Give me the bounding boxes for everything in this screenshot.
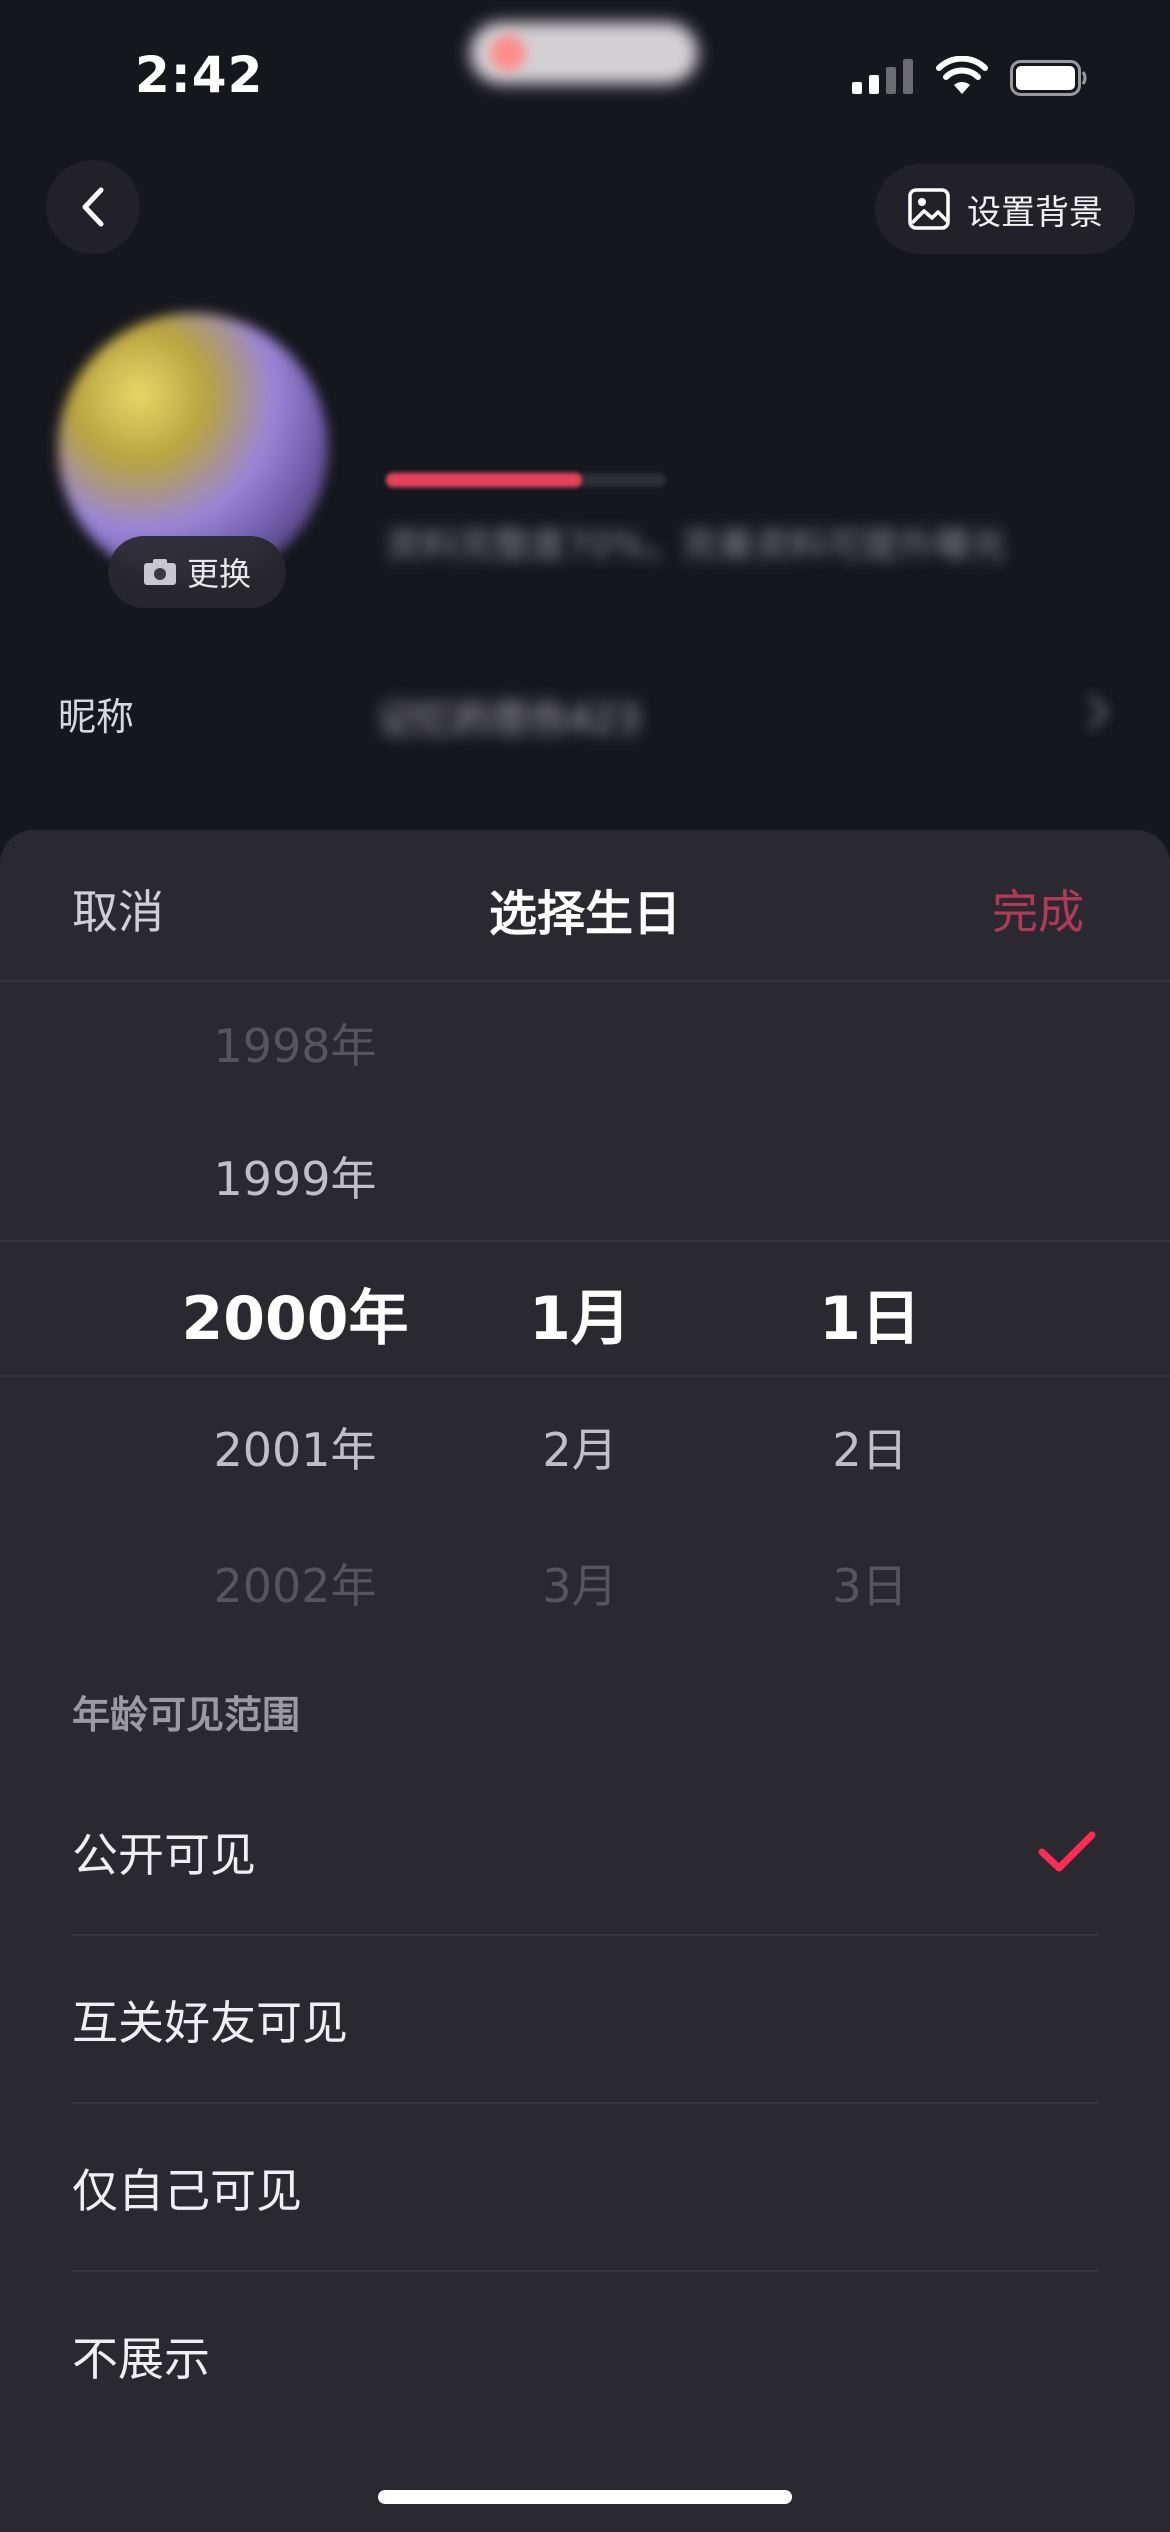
picker-day-item[interactable]: 3日 <box>770 1550 970 1616</box>
picker-year-item[interactable]: 2002年 <box>150 1550 440 1616</box>
option-label: 公开可见 <box>72 1828 256 1882</box>
live-activity-icon <box>490 35 526 71</box>
picker-year-item[interactable]: 1999年 <box>150 1143 440 1209</box>
battery-icon <box>1010 60 1087 96</box>
done-button[interactable]: 完成 <box>992 876 1084 942</box>
picker-day-item[interactable]: 2日 <box>770 1414 970 1480</box>
picker-year-item[interactable]: 1998年 <box>150 1010 440 1076</box>
visibility-option-hide[interactable]: 不展示 <box>72 2272 1098 2440</box>
chevron-left-icon <box>82 187 104 227</box>
picker-month-selected[interactable]: 1月 <box>480 1270 680 1357</box>
status-time: 2:42 <box>135 46 264 104</box>
wifi-icon <box>936 56 988 94</box>
picker-month-item[interactable]: 3月 <box>480 1550 680 1616</box>
change-avatar-label: 更换 <box>186 555 251 593</box>
picker-year-selected[interactable]: 2000年 <box>150 1270 440 1357</box>
visibility-option-only-me[interactable]: 仅自己可见 <box>72 2104 1098 2272</box>
back-button[interactable] <box>46 160 140 254</box>
camera-icon <box>143 559 176 585</box>
picker-selection-bottom <box>0 1375 1170 1377</box>
checkmark-icon <box>1038 1831 1096 1872</box>
image-icon <box>908 188 950 230</box>
set-background-label: 设置背景 <box>967 192 1103 233</box>
home-indicator[interactable] <box>378 2490 792 2504</box>
profile-completion-hint: 资料完整度70%，完善资料可提升曝光 <box>386 525 1007 566</box>
sheet-divider <box>0 980 1170 982</box>
chevron-right-icon <box>1088 694 1109 730</box>
picker-year-item[interactable]: 2001年 <box>150 1414 440 1480</box>
picker-month-item[interactable]: 2月 <box>480 1414 680 1480</box>
visibility-option-mutual-friends[interactable]: 互关好友可见 <box>72 1936 1098 2104</box>
option-label: 仅自己可见 <box>72 2164 302 2218</box>
cellular-signal-icon <box>852 59 913 94</box>
nickname-label: 昵称 <box>58 695 135 739</box>
option-label: 不展示 <box>72 2332 210 2386</box>
age-visibility-title: 年龄可见范围 <box>72 1693 301 1737</box>
profile-completion-fill <box>386 473 582 487</box>
picker-day-selected[interactable]: 1日 <box>770 1270 970 1357</box>
change-avatar-button[interactable]: 更换 <box>108 536 286 608</box>
visibility-option-public[interactable]: 公开可见 <box>72 1768 1098 1936</box>
option-label: 互关好友可见 <box>72 1996 348 2050</box>
nickname-value[interactable]: 记忆的悲伤423 <box>378 688 641 743</box>
set-background-button[interactable]: 设置背景 <box>875 164 1135 254</box>
picker-selection-top <box>0 1240 1170 1242</box>
